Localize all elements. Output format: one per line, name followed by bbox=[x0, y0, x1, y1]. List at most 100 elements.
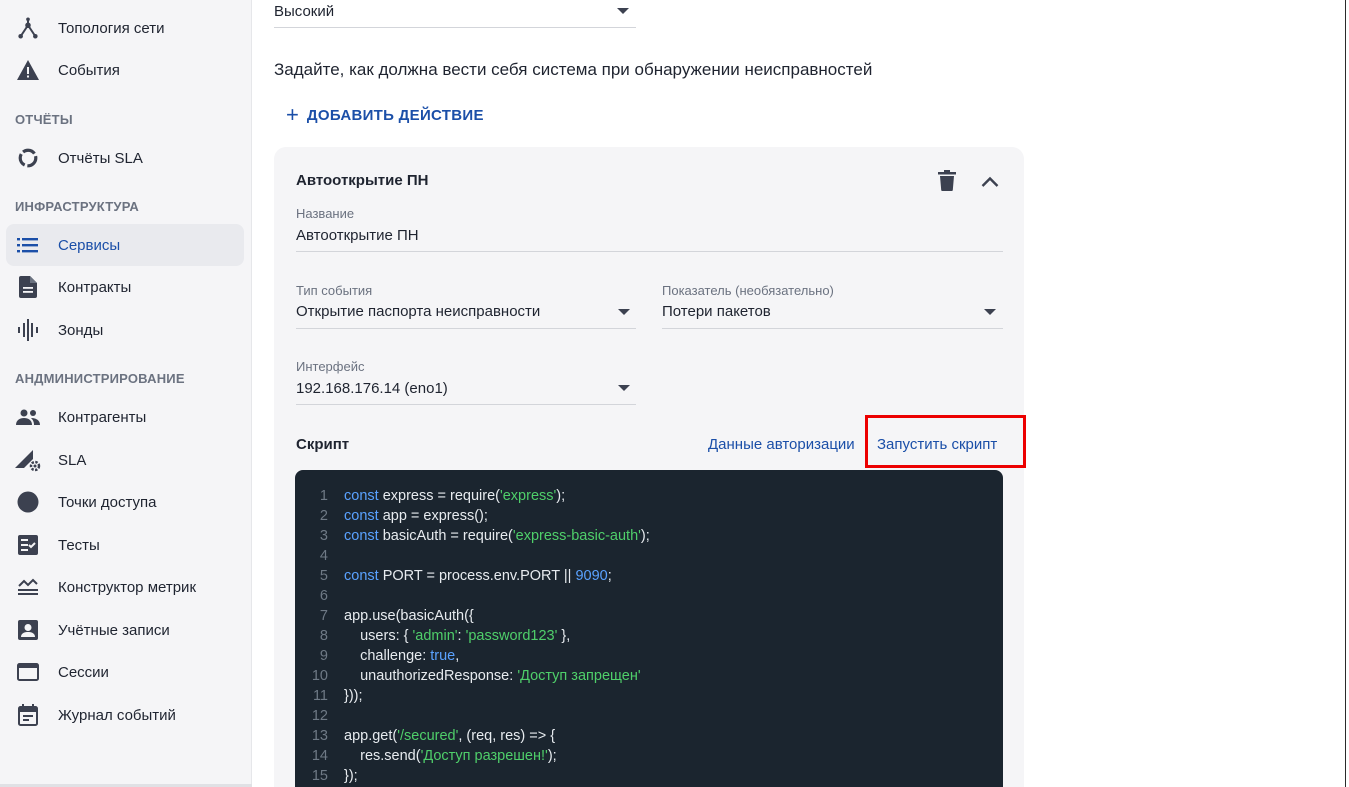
sidebar-item-label: SLA bbox=[58, 451, 87, 469]
action-card-title: Автооткрытие ПН bbox=[296, 172, 429, 189]
circle-icon bbox=[14, 488, 42, 516]
probe-waves-icon bbox=[14, 316, 42, 344]
sidebar-item-label: Точки доступа bbox=[58, 493, 157, 511]
actions-description: Задайте, как должна вести себя система п… bbox=[274, 60, 873, 79]
code-line: app.use(basicAuth({ bbox=[344, 608, 474, 624]
select-underline bbox=[296, 404, 636, 405]
select-underline bbox=[662, 328, 1003, 329]
code-line: challenge: true, bbox=[344, 648, 460, 664]
sidebar-item-label: Сервисы bbox=[58, 236, 121, 254]
sidebar-item-event-log[interactable]: Журнал событий bbox=[6, 694, 244, 736]
sidebar-item-sla[interactable]: SLA bbox=[6, 439, 244, 481]
code-line: unauthorizedResponse: 'Доступ запрещен' bbox=[344, 668, 641, 684]
line-number: 4 bbox=[319, 548, 328, 564]
sidebar-item-label: Контракты bbox=[58, 278, 132, 296]
sidebar-item-label: Зонды bbox=[58, 321, 104, 339]
code-line: const PORT = process.env.PORT || 9090; bbox=[344, 568, 612, 584]
sidebar-item-tests[interactable]: Тесты bbox=[6, 524, 244, 566]
sidebar-item-counterparties[interactable]: Контрагенты bbox=[6, 396, 244, 438]
people-icon bbox=[14, 403, 42, 431]
code-line: }); bbox=[344, 768, 358, 784]
warning-icon bbox=[14, 56, 42, 84]
sla-settings-icon bbox=[14, 446, 42, 474]
calendar-icon bbox=[14, 701, 42, 729]
sidebar-item-services[interactable]: Сервисы bbox=[6, 224, 244, 266]
code-line: app.get('/secured', (req, res) => { bbox=[344, 728, 556, 744]
interface-value: 192.168.176.14 (eno1) bbox=[296, 380, 448, 397]
line-number: 11 bbox=[312, 688, 328, 704]
script-editor[interactable]: 1 2 3 4 5 6 7 8 9 10 11 12 13 14 15 cons… bbox=[295, 470, 1003, 787]
sidebar-item-label: Журнал событий bbox=[58, 706, 176, 724]
topology-icon bbox=[14, 14, 42, 42]
sidebar-item-topology[interactable]: Топология сети bbox=[6, 7, 244, 49]
add-action-label: ДОБАВИТЬ ДЕЙСТВИЕ bbox=[306, 106, 484, 124]
line-number: 12 bbox=[311, 708, 328, 724]
list-icon bbox=[14, 231, 42, 259]
line-number: 14 bbox=[311, 748, 328, 764]
sidebar-item-accounts[interactable]: Учётные записи bbox=[6, 609, 244, 651]
select-underline bbox=[296, 328, 636, 329]
account-icon bbox=[14, 616, 42, 644]
select-underline bbox=[274, 27, 636, 28]
code-line: const express = require('express'); bbox=[344, 488, 566, 504]
window-edge bbox=[1345, 0, 1349, 787]
name-field-value: Автооткрытие ПН bbox=[296, 227, 419, 244]
sidebar-item-label: Контрагенты bbox=[58, 408, 147, 426]
sidebar-item-access-points[interactable]: Точки доступа bbox=[6, 481, 244, 523]
sidebar-item-label: Учётные записи bbox=[58, 621, 170, 639]
metrics-icon bbox=[14, 573, 42, 601]
sidebar-item-events[interactable]: События bbox=[6, 49, 244, 91]
interface-label: Интерфейс bbox=[296, 359, 365, 374]
line-number: 2 bbox=[319, 508, 328, 524]
sidebar-item-label: Топология сети bbox=[58, 19, 165, 37]
code-line: users: { 'admin': 'password123' }, bbox=[344, 628, 571, 644]
event-type-label: Тип события bbox=[296, 283, 373, 298]
sidebar-item-label: Тесты bbox=[58, 536, 100, 554]
line-number: 10 bbox=[311, 668, 328, 684]
sidebar-item-label: События bbox=[58, 61, 120, 79]
metric-label: Показатель (необязательно) bbox=[662, 283, 834, 298]
highlight-box bbox=[865, 415, 1026, 468]
document-icon bbox=[14, 273, 42, 301]
checklist-icon bbox=[14, 531, 42, 559]
line-number: 15 bbox=[311, 768, 328, 784]
line-number: 9 bbox=[319, 648, 328, 664]
window-icon bbox=[14, 658, 42, 686]
sidebar-item-label: Сессии bbox=[58, 663, 109, 681]
sidebar-item-contracts[interactable]: Контракты bbox=[6, 266, 244, 308]
sidebar-item-probes[interactable]: Зонды bbox=[6, 309, 244, 351]
section-infrastructure: ИНФРАСТРУКТУРА bbox=[15, 199, 140, 214]
priority-select-value: Высокий bbox=[274, 3, 335, 20]
sidebar-item-label: Конструктор метрик bbox=[58, 578, 197, 596]
sidebar-item-label: Отчёты SLA bbox=[58, 149, 143, 167]
code-line: const app = express(); bbox=[344, 508, 488, 524]
plus-icon: + bbox=[286, 102, 299, 127]
script-label: Скрипт bbox=[296, 436, 350, 453]
metric-value: Потери пакетов bbox=[662, 303, 771, 320]
code-line: const basicAuth = require('express-basic… bbox=[344, 528, 650, 544]
line-number: 13 bbox=[311, 728, 328, 744]
line-number: 7 bbox=[319, 608, 328, 624]
chevron-down-icon bbox=[618, 385, 630, 391]
code-line: })); bbox=[344, 688, 363, 704]
sidebar-item-sessions[interactable]: Сессии bbox=[6, 651, 244, 693]
line-number: 1 bbox=[319, 488, 328, 504]
trash-icon[interactable] bbox=[938, 170, 956, 196]
name-field-label: Название bbox=[296, 206, 355, 221]
chevron-down-icon bbox=[617, 8, 629, 14]
section-reports: ОТЧЁТЫ bbox=[15, 112, 73, 127]
auth-data-link[interactable]: Данные авторизации bbox=[708, 436, 855, 453]
line-number: 5 bbox=[319, 568, 328, 584]
sidebar-item-metrics-builder[interactable]: Конструктор метрик bbox=[6, 566, 244, 608]
donut-chart-icon bbox=[14, 144, 42, 172]
name-field-underline bbox=[296, 251, 1003, 252]
line-number: 3 bbox=[319, 528, 328, 544]
section-administration: АНДМИНИСТРИРОВАНИЕ bbox=[15, 371, 185, 386]
sidebar-item-sla-reports[interactable]: Отчёты SLA bbox=[6, 137, 244, 179]
code-line: res.send('Доступ разрешен!'); bbox=[344, 748, 557, 764]
event-type-value: Открытие паспорта неисправности bbox=[296, 303, 541, 320]
sidebar: Топология сети События ОТЧЁТЫ Отчёты SLA… bbox=[0, 0, 252, 787]
chevron-down-icon bbox=[618, 309, 630, 315]
chevron-up-icon[interactable] bbox=[981, 175, 999, 193]
add-action-button[interactable]: + ДОБАВИТЬ ДЕЙСТВИЕ bbox=[286, 104, 484, 126]
